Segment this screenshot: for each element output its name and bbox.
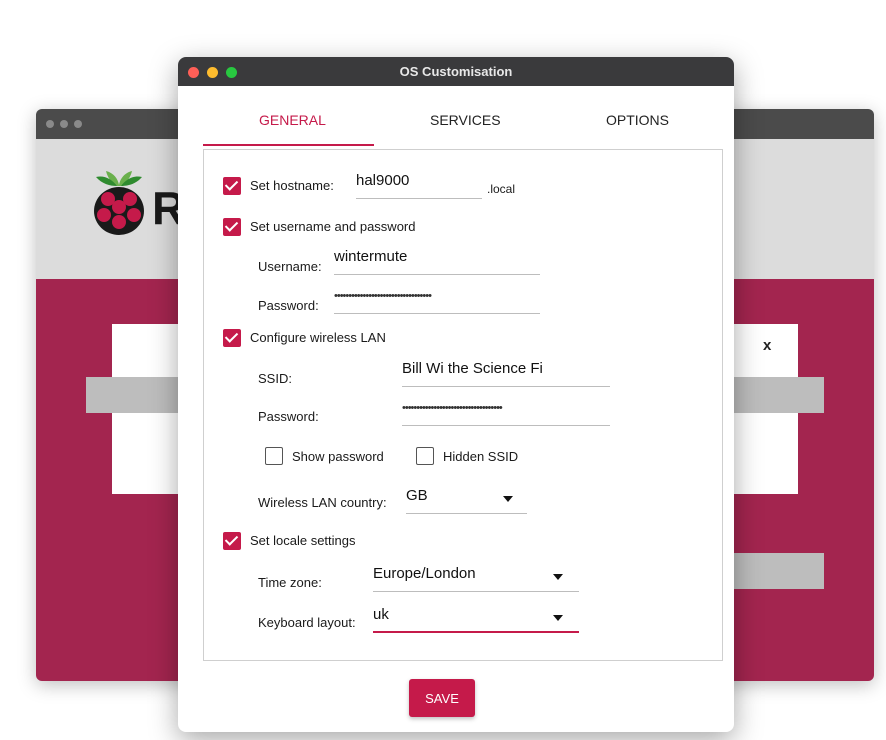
ssid-input[interactable]: Bill Wi the Science Fi <box>402 355 610 387</box>
title-bar: OS Customisation <box>178 57 734 86</box>
active-tab-indicator <box>203 144 374 146</box>
ssid-label: SSID: <box>258 371 292 386</box>
hidden-ssid-label: Hidden SSID <box>443 449 519 464</box>
timezone-select[interactable]: Europe/London <box>373 560 579 592</box>
wifi-password-input[interactable]: ••••••••••••••••••••••••••••••••••• <box>402 394 610 426</box>
background-window-dot-icon <box>46 120 54 128</box>
keyboard-layout-label: Keyboard layout: <box>258 615 356 630</box>
hostname-input[interactable]: hal9000 <box>356 167 482 199</box>
wifi-country-label: Wireless LAN country: <box>258 495 387 510</box>
set-username-label: Set username and password <box>250 219 416 234</box>
tab-options[interactable]: OPTIONS <box>606 112 669 128</box>
set-hostname-checkbox[interactable] <box>223 177 241 195</box>
hostname-suffix: .local <box>487 182 516 196</box>
wifi-password-label: Password: <box>258 409 319 424</box>
configure-wifi-label: Configure wireless LAN <box>250 330 386 345</box>
keyboard-layout-dropdown-icon <box>553 615 563 621</box>
user-password-label: Password: <box>258 298 319 313</box>
window-title: OS Customisation <box>399 64 513 79</box>
show-password-checkbox[interactable] <box>265 447 283 465</box>
set-hostname-label: Set hostname: <box>250 178 334 193</box>
general-settings-panel: Set hostname: hal9000 .local Set usernam… <box>203 149 723 661</box>
tab-general[interactable]: GENERAL <box>259 112 326 128</box>
username-label: Username: <box>258 259 322 274</box>
user-password-input[interactable]: •••••••••••••••••••••••••••••••••• <box>334 282 540 314</box>
tab-services[interactable]: SERVICES <box>430 112 501 128</box>
set-locale-label: Set locale settings <box>250 533 356 548</box>
background-window-dot-icon <box>74 120 82 128</box>
background-window-dot-icon <box>60 120 68 128</box>
wifi-country-dropdown-icon <box>503 496 513 502</box>
timezone-label: Time zone: <box>258 575 322 590</box>
hidden-ssid-checkbox[interactable] <box>416 447 434 465</box>
wifi-country-select[interactable]: GB <box>406 482 527 514</box>
keyboard-layout-select[interactable]: uk <box>373 601 579 633</box>
tab-bar: GENERAL SERVICES OPTIONS <box>178 86 734 148</box>
configure-wifi-checkbox[interactable] <box>223 329 241 347</box>
raspberry-pi-logo-icon <box>94 171 144 235</box>
background-dialog-close-icon[interactable]: x <box>763 337 771 354</box>
username-input[interactable]: wintermute <box>334 243 540 275</box>
save-button[interactable]: SAVE <box>409 679 475 717</box>
set-locale-checkbox[interactable] <box>223 532 241 550</box>
os-customisation-dialog: OS Customisation GENERAL SERVICES OPTION… <box>178 57 734 732</box>
timezone-dropdown-icon <box>553 574 563 580</box>
show-password-label: Show password <box>292 449 384 464</box>
set-username-checkbox[interactable] <box>223 218 241 236</box>
